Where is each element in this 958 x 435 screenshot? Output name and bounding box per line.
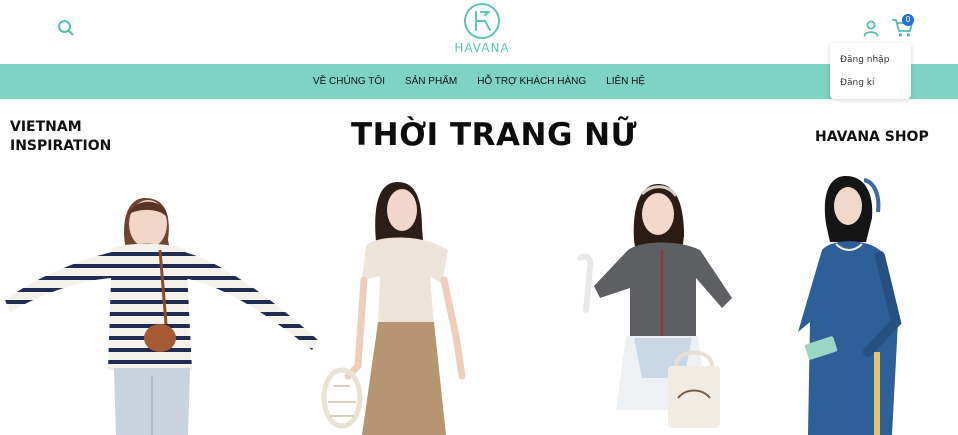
login-link[interactable]: Đăng nhập (840, 55, 889, 65)
account-button[interactable] (861, 18, 881, 38)
hero-tagline: VIETNAM INSPIRATION (10, 118, 111, 156)
account-dropdown: Đăng nhập Đăng kí (830, 43, 911, 99)
main-nav: VỀ CHÚNG TÔI SẢN PHẨM HỖ TRỢ KHÁCH HÀNG … (0, 64, 958, 99)
logo-text: HAVANA (454, 41, 510, 55)
nav-item-products[interactable]: SẢN PHẨM (395, 76, 467, 87)
model-photo-grey-cardigan[interactable] (572, 178, 744, 435)
logo-mark-icon (464, 3, 500, 39)
site-header: HAVANA 0 (0, 0, 958, 64)
hero-tagline-line-1: VIETNAM (10, 119, 82, 135)
search-icon (58, 20, 74, 36)
cart-count-badge: 0 (902, 14, 914, 26)
model-photo-blue-dress[interactable] (788, 172, 903, 435)
model-photo-striped-sweater[interactable] (0, 180, 325, 435)
nav-list: VỀ CHÚNG TÔI SẢN PHẨM HỖ TRỢ KHÁCH HÀNG … (0, 64, 958, 99)
hero-title: THỜI TRANG NỮ (351, 117, 638, 153)
hero-shop-name: HAVANA SHOP (815, 129, 929, 145)
nav-item-about[interactable]: VỀ CHÚNG TÔI (303, 76, 395, 87)
register-link[interactable]: Đăng kí (840, 78, 874, 88)
hero-tagline-line-2: INSPIRATION (10, 138, 112, 154)
brand-logo[interactable]: HAVANA (452, 2, 512, 55)
nav-item-support[interactable]: HỖ TRỢ KHÁCH HÀNG (467, 76, 596, 87)
search-button[interactable] (56, 18, 76, 38)
model-photo-beige-top[interactable] (318, 176, 478, 435)
nav-item-contact[interactable]: LIÊN HỆ (596, 76, 655, 87)
user-icon (863, 20, 879, 37)
